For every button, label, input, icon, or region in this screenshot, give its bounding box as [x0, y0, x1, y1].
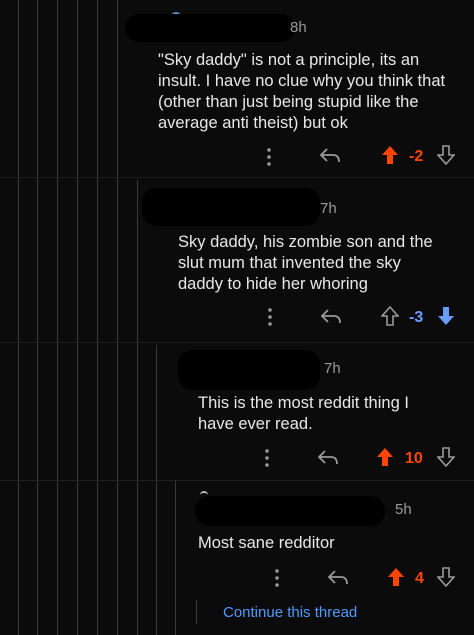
continue-thread-link[interactable]: Continue this thread [223, 604, 357, 621]
vote-score: 4 [415, 570, 424, 587]
reply-icon[interactable] [326, 568, 350, 588]
downvote-icon[interactable] [437, 567, 455, 587]
thread-line [196, 600, 197, 624]
comment-body: Most sane redditor [198, 534, 335, 552]
comment-timestamp: 5h [395, 501, 412, 518]
more-icon[interactable] [272, 567, 282, 589]
comment: 5h Most sane redditor 4 [0, 0, 474, 600]
upvote-icon[interactable] [387, 567, 405, 587]
redacted-username [195, 496, 385, 526]
